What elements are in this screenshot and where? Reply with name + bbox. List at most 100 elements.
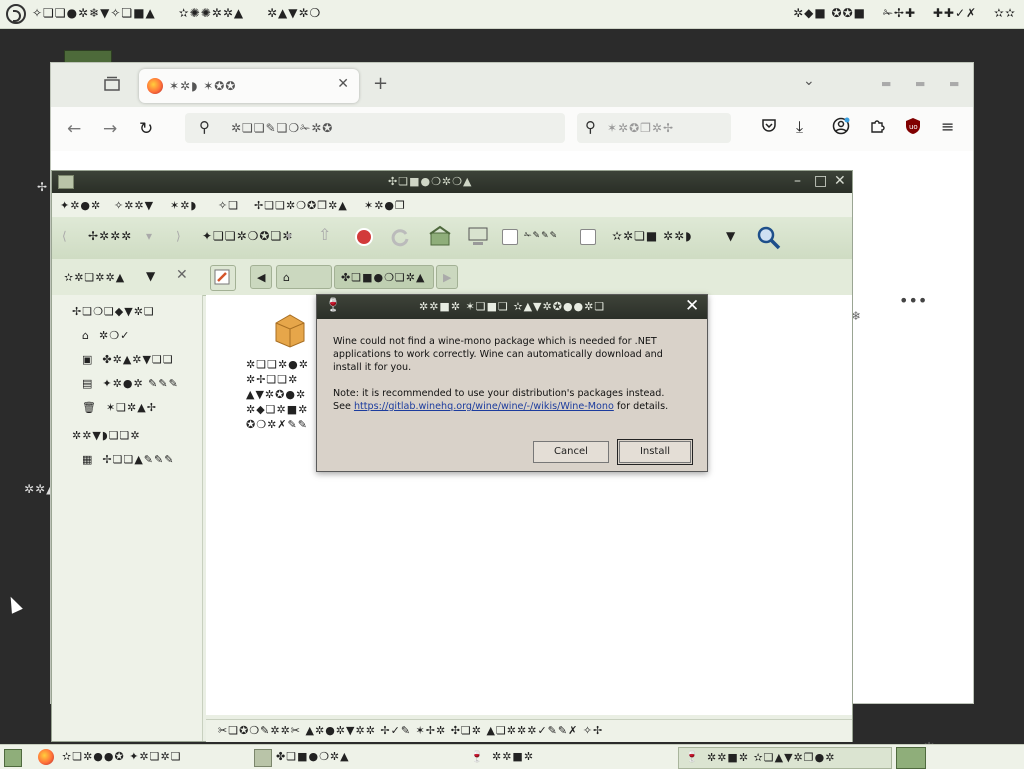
minimize-icon[interactable]: – [794,173,801,189]
stop-icon[interactable] [352,225,376,249]
forward-button[interactable]: ✦❏❏✲❍✪❏✲ [202,229,293,243]
chevron-down-icon[interactable]: ▾ [286,229,292,243]
menu-item[interactable]: ✶✲●❐ [364,199,406,212]
wine-mono-link[interactable]: https://gitlab.winehq.org/wine/wine/-/wi… [354,401,614,412]
view-icon[interactable] [580,229,596,245]
forward-icon[interactable]: ⟩ [176,229,181,243]
search-icon: ⚲ [585,118,596,136]
sidebar-item[interactable]: ▤ ✦✲●✲ ✎✎✎ [82,377,179,390]
status-bar: ✂❏✪❍✎✲✲✂ ▲✲●✲▼✲✲ ✢✓✎ ✶✢✲ ✣❏✲ ▲❏✲✲✲✓✎✎✗ ✧… [206,719,852,742]
workspace-icon[interactable] [896,747,926,769]
show-desktop-icon[interactable] [4,749,22,767]
install-button[interactable]: Install [617,439,693,465]
cancel-button[interactable]: Cancel [533,441,609,463]
view-icon[interactable] [502,229,518,245]
back-button[interactable]: ✢✲✲✲ [88,229,132,243]
sidebar-header-devices: ✲✲▼◗❏❏✲ [72,429,141,442]
sidebar: ✢❏❍❏◆▼✲❏ ⌂ ✲❍✓ ▣ ✤✲▲✲▼❏❏ ▤ ✦✲●✲ ✎✎✎ 🗑 ✶❏… [52,295,203,741]
chevron-down-icon[interactable]: ▼ [726,229,735,243]
filesystem-icon: ▤ [82,377,94,390]
chevron-down-icon[interactable]: ▾ [146,229,152,243]
home-icon[interactable] [428,225,452,249]
maximize-icon[interactable]: ▬ [915,77,925,90]
tray-item[interactable]: ✁✢✚ [883,6,916,20]
search-placeholder: ✶✲✪❐✲✢ [607,121,675,135]
file-label[interactable]: ✲❏❏✲●✲ ✲✢❏❏✲ ▲▼✲✪●✲ ✲◆❏✲■✲ ✪❍✲✗✎✎ [246,357,309,432]
menu-item[interactable]: ✧✲✲▼ [114,199,154,212]
sidebar-item[interactable]: ▦ ✢❏❏▲✎✎✎ [82,453,174,466]
sidebar-item[interactable]: 🗑 ✶❏✲▲✢ [82,401,157,414]
computer-icon[interactable] [466,225,490,249]
up-icon[interactable]: ⇧ [318,225,331,244]
reload-icon[interactable]: ↻ [139,119,153,139]
path-current-button[interactable]: ✤❏■●❍❏✲▲ [334,265,434,289]
clear-icon[interactable]: ✕ [176,267,188,283]
tray-item[interactable]: ✫✫ [994,6,1016,20]
forward-icon[interactable]: → [103,119,117,139]
edit-path-icon[interactable] [210,265,236,291]
file-manager-titlebar: ✣❏■●❍✲❍▲ – □ ✕ [52,171,852,193]
taskbar-item-firefox[interactable]: ✫❏✲●●✪ ✦✲❏✲❏ [62,750,182,763]
more-options-icon[interactable]: ••• [899,291,927,310]
taskbar-item-wine-installer: ✲✲■✲ ✫❏▲▼✲❐●✲ [707,751,836,764]
close-window-icon[interactable]: ▬ [949,77,959,90]
maximize-icon[interactable]: □ [814,173,827,189]
path-left-icon[interactable]: ◀ [250,265,272,289]
download-icon[interactable]: ⤓ [796,117,803,137]
close-icon[interactable]: ✕ [685,296,699,316]
menu-item[interactable]: ✦✲●✲ [60,199,101,212]
ublock-icon[interactable]: uo [905,117,921,139]
top-menu-item[interactable]: ✫✺✺✲✲▲ [179,6,245,20]
firefox-icon [38,749,54,765]
dialog-title: ✲✲■✲ ✶❏■❏ ✫▲▼✲✪●●✲❏ [419,300,606,313]
home-icon: ⌂ [82,329,90,342]
chevron-down-icon[interactable]: ⌄ [803,73,815,89]
tab-list-icon[interactable] [103,75,121,93]
reload-icon[interactable] [388,225,412,249]
top-menu-item[interactable]: ✧❏❏●✲❄▼✧❏■▲ [32,6,156,20]
sidebar-item[interactable]: ⌂ ✲❍✓ [82,329,130,342]
status-text: ✂❏✪❍✎✲✲✂ ▲✲●✲▼✲✲ ✢✓✎ ✶✢✲ ✣❏✲ ▲❏✲✲✲✓✎✎✗ ✧… [218,724,604,737]
wine-icon: 🍷 [325,298,342,313]
chevron-down-icon[interactable]: ▼ [146,269,155,283]
menu-item[interactable]: ✧❏ [218,199,239,212]
taskbar-item-wine[interactable]: ✲✲■✲ [492,750,534,763]
tray-item[interactable]: ✲◆■ ✪✪■ [793,6,866,20]
search-bar[interactable]: ⚲ ✶✲✪❐✲✢ [577,113,731,143]
tray-item[interactable]: ✚✚✓✗ [933,6,977,20]
url-placeholder: ✲❏❏✎❏❍✁✲✪ [231,121,334,135]
location-label: ✫✲❏✲✲▲ [64,271,126,284]
path-right-icon[interactable]: ▶ [436,265,458,289]
new-tab-icon[interactable]: + [373,73,388,94]
url-bar[interactable]: ⚲ ✲❏❏✎❏❍✁✲✪ [185,113,565,143]
top-menu: ✧❏❏●✲❄▼✧❏■▲ ✫✺✺✲✲▲ ✲▲▼✲❍ [32,6,339,20]
close-icon[interactable]: ✕ [834,173,846,189]
close-tab-icon[interactable]: ✕ [337,76,349,92]
pocket-icon[interactable] [761,117,777,137]
browser-tab[interactable]: ✶✲◗ ✶✪✪ ✕ [139,69,359,103]
window-title: ✣❏■●❍✲❍▲ [388,175,473,188]
package-icon[interactable] [270,309,310,349]
top-menu-item[interactable]: ✲▲▼✲❍ [267,6,321,20]
minimize-icon[interactable]: ▬ [881,77,891,90]
view-as-label[interactable]: ✫✲❏■ ✲✲◗ [612,229,692,243]
tab-bar: ✶✲◗ ✶✪✪ ✕ + ⌄ ▬ ▬ ▬ [51,63,973,107]
menu-item[interactable]: ✶✲◗ [170,199,197,212]
back-icon[interactable]: ⟨ [62,229,67,243]
wine-mono-dialog: 🍷 ✲✲■✲ ✶❏■❏ ✫▲▼✲✪●●✲❏ ✕ Wine could not f… [316,294,708,472]
drive-icon: ▦ [82,453,94,466]
taskbar-active-item[interactable]: 🍷 ✲✲■✲ ✫❏▲▼✲❐●✲ [678,747,892,769]
mouse-cursor [5,594,23,614]
svg-text:uo: uo [909,123,918,131]
path-home-button[interactable]: ⌂ ✲❍✓ [276,265,332,308]
hamburger-menu-icon[interactable]: ≡ [941,117,954,136]
sidebar-item[interactable]: ▣ ✤✲▲✲▼❏❏ [82,353,174,366]
sidebar-header-places: ✢❏❍❏◆▼✲❏ [72,305,155,318]
extensions-icon[interactable] [869,117,885,137]
taskbar-item-files[interactable]: ✤❏■●❍✲▲ [276,750,350,763]
app-menu-icon[interactable] [6,4,26,24]
account-icon[interactable] [832,117,850,139]
back-icon[interactable]: ← [67,119,81,139]
menu-item[interactable]: ✢❏❏✲❍✪❐✲▲ [254,199,348,212]
search-icon[interactable] [756,225,781,250]
